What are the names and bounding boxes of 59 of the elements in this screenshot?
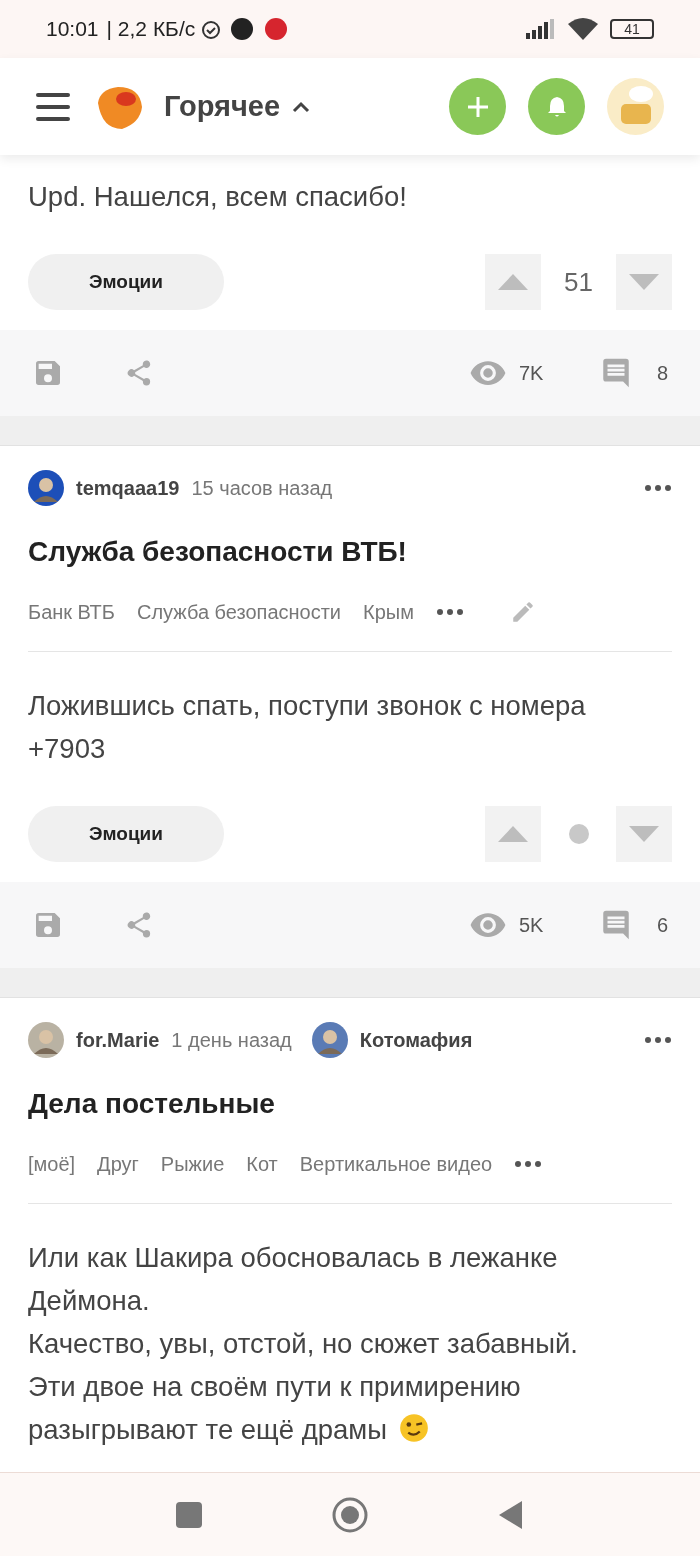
app-notification-icon bbox=[231, 18, 254, 40]
avatar-icon[interactable] bbox=[28, 470, 64, 506]
comments-count: 6 bbox=[656, 913, 668, 938]
community-name[interactable]: Котомафия bbox=[359, 1025, 473, 1055]
tag-link[interactable]: Рыжие bbox=[160, 1149, 225, 1179]
more-icon[interactable] bbox=[514, 1160, 543, 1168]
post-text: Или как Шакира обосновалась в лежанке Деймона. bbox=[28, 1242, 558, 1316]
app-notification-icon bbox=[265, 18, 288, 40]
downvote-button[interactable] bbox=[616, 254, 672, 310]
back-icon[interactable] bbox=[498, 1499, 524, 1530]
tag-link[interactable]: Кот bbox=[246, 1149, 278, 1179]
tag-link[interactable]: [моё] bbox=[28, 1149, 76, 1179]
post-text: Upd. Нашелся, всем спасибо! bbox=[28, 181, 407, 212]
more-icon[interactable] bbox=[644, 484, 672, 492]
recents-icon[interactable] bbox=[176, 1501, 202, 1528]
post-text: Качество, увы, отстой, но сюжет забавный. Эти двое на своём пути к примирению разыгрывают те ещё драмы bbox=[28, 1328, 578, 1445]
author-name[interactable]: temqaaa19 bbox=[76, 473, 180, 503]
upvote-button[interactable] bbox=[485, 254, 541, 310]
chevron-up-icon[interactable] bbox=[292, 100, 311, 113]
downvote-button[interactable] bbox=[616, 806, 672, 862]
rating-count: 51 bbox=[564, 265, 593, 299]
profile-avatar-icon[interactable] bbox=[607, 78, 664, 135]
post-time: 15 часов назад bbox=[191, 476, 333, 501]
network-speed: | 2,2 КБ/с bbox=[106, 16, 196, 43]
comments-count: 8 bbox=[656, 361, 668, 386]
post-time: 1 день назад bbox=[171, 1028, 292, 1053]
status-time: 10:01 bbox=[46, 16, 99, 43]
bell-icon bbox=[546, 95, 567, 118]
triangle-up-icon bbox=[498, 826, 528, 842]
views-count: 7K bbox=[518, 361, 545, 386]
triangle-down-icon bbox=[629, 274, 659, 290]
post-text: Ложившись спать, поступи звонок с номера +7903 bbox=[28, 690, 586, 764]
views-count: 5K bbox=[518, 913, 545, 938]
emotions-button[interactable]: Эмоции bbox=[28, 254, 224, 310]
avatar-icon[interactable] bbox=[28, 1022, 64, 1058]
plus-icon bbox=[466, 95, 489, 118]
author-name[interactable]: for.Marie bbox=[76, 1025, 160, 1055]
section-title[interactable]: Горячее bbox=[164, 84, 281, 129]
tag-link[interactable]: Крым bbox=[363, 597, 414, 627]
battery-level: 41 bbox=[610, 19, 654, 39]
signal-icon bbox=[526, 19, 556, 39]
more-icon[interactable] bbox=[435, 608, 464, 616]
emotions-button[interactable]: Эмоции bbox=[28, 806, 224, 862]
triangle-down-icon bbox=[629, 826, 659, 842]
avatar-icon[interactable] bbox=[311, 1022, 348, 1058]
home-icon[interactable] bbox=[332, 1496, 368, 1533]
notifications-button[interactable] bbox=[528, 78, 585, 135]
upvote-button[interactable] bbox=[485, 806, 541, 862]
tag-link[interactable]: Друг bbox=[97, 1149, 139, 1179]
tag-link[interactable]: Вертикальное видео bbox=[299, 1149, 493, 1179]
menu-icon[interactable] bbox=[36, 91, 70, 122]
tag-link[interactable]: Банк ВТБ bbox=[28, 597, 115, 627]
triangle-up-icon bbox=[498, 274, 528, 290]
tag-link[interactable]: Служба безопасности bbox=[136, 597, 341, 627]
post-title[interactable]: Дела постельные bbox=[28, 1086, 672, 1121]
add-button[interactable] bbox=[449, 78, 506, 135]
wifi-icon bbox=[568, 18, 598, 40]
more-icon[interactable] bbox=[644, 1036, 672, 1044]
post-title[interactable]: Служба безопасности ВТБ! bbox=[28, 534, 672, 569]
